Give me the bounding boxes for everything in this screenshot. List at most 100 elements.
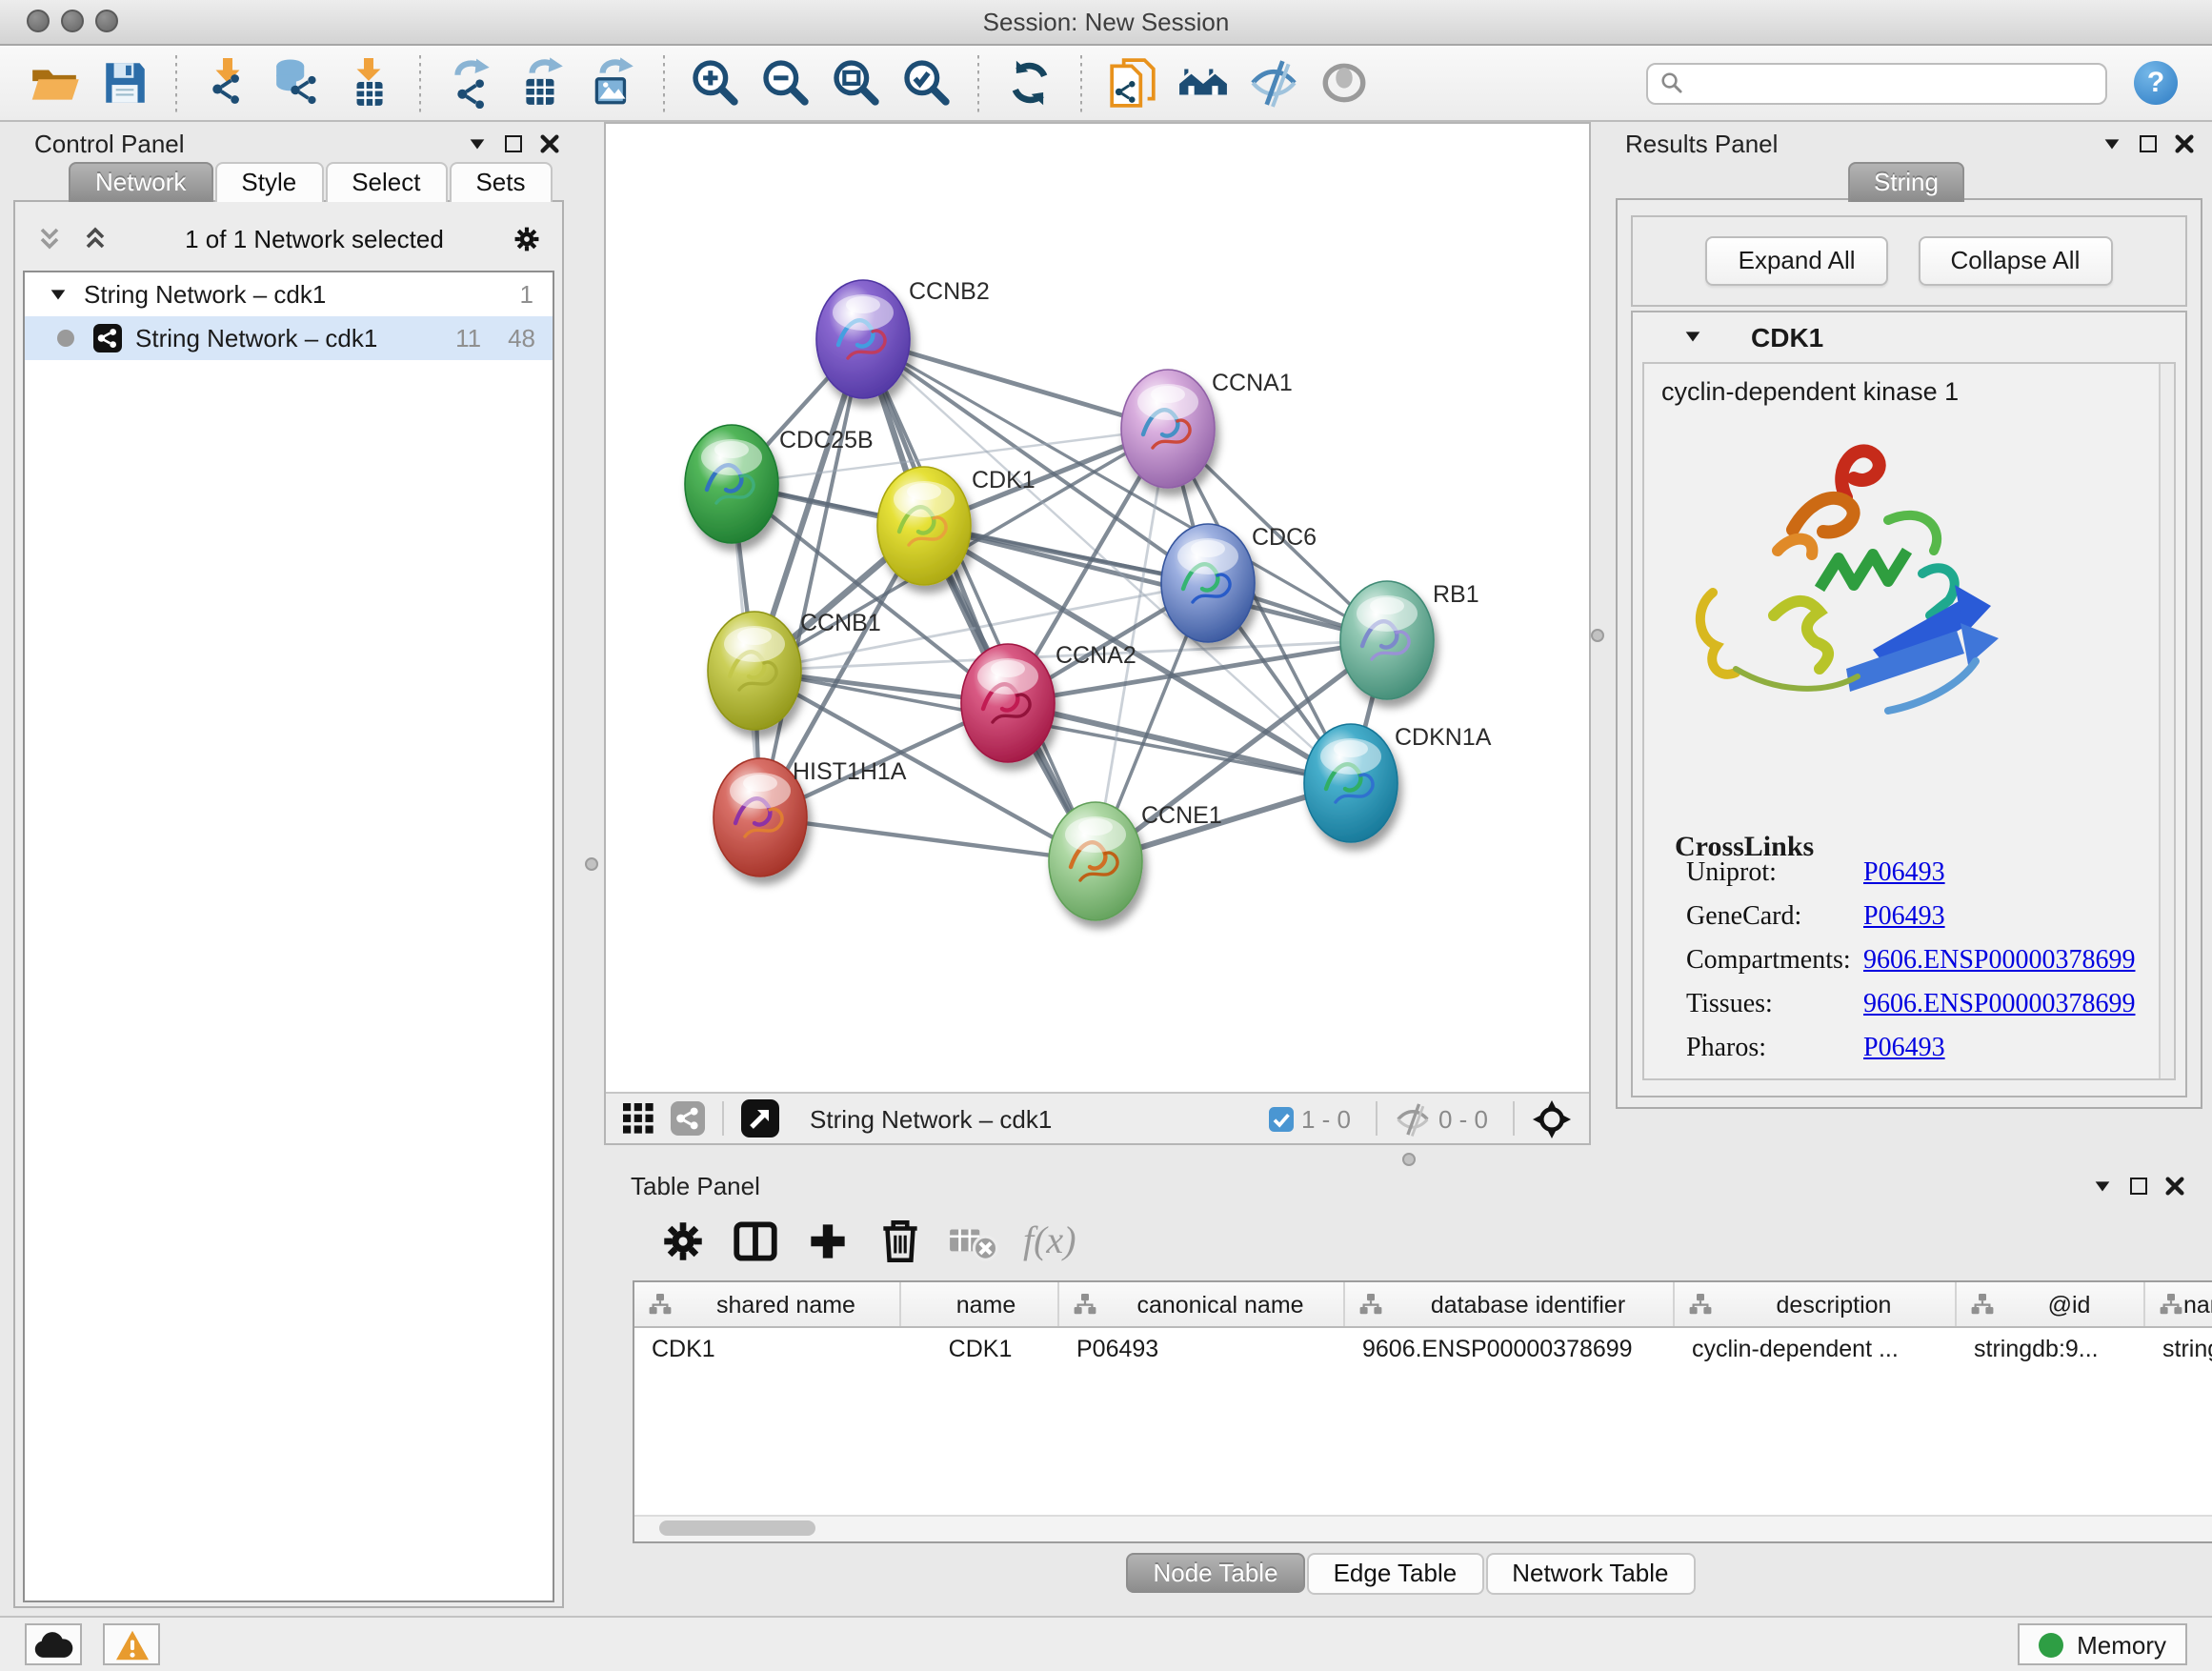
- collapse-panel-icon[interactable]: [467, 133, 488, 154]
- network-canvas[interactable]: CCNB2CCNA1CDC25BCDK1CDC6RB1CCNB1CCNA2CDK…: [606, 124, 1589, 1094]
- memory-button[interactable]: Memory: [2018, 1623, 2187, 1665]
- home-style-icon[interactable]: [1177, 57, 1229, 109]
- export-network-icon[interactable]: [446, 57, 497, 109]
- node-CCNA2[interactable]: [961, 644, 1055, 762]
- results-tab-string[interactable]: String: [1847, 162, 1965, 202]
- tree-expander-icon[interactable]: [48, 284, 69, 305]
- control-tab-network[interactable]: Network: [69, 162, 212, 202]
- node-label-CCNE1: CCNE1: [1141, 802, 1222, 829]
- column-header-canonical-name[interactable]: canonical name: [1059, 1282, 1345, 1326]
- table-tab-network-table[interactable]: Network Table: [1485, 1553, 1695, 1595]
- table-hscrollbar-thumb[interactable]: [659, 1520, 815, 1536]
- node-CCNA1[interactable]: [1121, 370, 1215, 488]
- open-session-icon[interactable]: [29, 57, 80, 109]
- columns-icon[interactable]: [730, 1216, 781, 1267]
- fx-icon: f(x): [1019, 1216, 1084, 1267]
- grid-view-icon[interactable]: [623, 1103, 654, 1134]
- column-header-namespace[interactable]: namespace: [2145, 1282, 2212, 1326]
- column-header-@id[interactable]: @id: [1957, 1282, 2145, 1326]
- node-CCNE1[interactable]: [1049, 802, 1142, 920]
- close-panel-icon[interactable]: [539, 133, 560, 154]
- import-database-icon[interactable]: [272, 57, 324, 109]
- zoom-out-icon[interactable]: [760, 57, 812, 109]
- node-RB1[interactable]: [1340, 581, 1434, 699]
- refresh-layout-icon[interactable]: [1004, 57, 1056, 109]
- node-CDK1[interactable]: [877, 467, 971, 585]
- hidden-eye-icon[interactable]: [1395, 1100, 1431, 1137]
- crosslink-value-link[interactable]: P06493: [1863, 859, 1945, 890]
- delete-icon[interactable]: [875, 1216, 926, 1267]
- table-tab-edge-table[interactable]: Edge Table: [1307, 1553, 1484, 1595]
- close-panel-icon[interactable]: [2164, 1176, 2185, 1197]
- table-header-row: shared namenamecanonical name database id…: [634, 1282, 2212, 1328]
- zoom-fit-icon[interactable]: [831, 57, 882, 109]
- collapse-all-button[interactable]: Collapse All: [1919, 236, 2113, 286]
- zoom-selected-icon[interactable]: [901, 57, 953, 109]
- node-section-header[interactable]: CDK1: [1633, 312, 2185, 360]
- column-header-database-identifier[interactable]: database identifier: [1345, 1282, 1675, 1326]
- help-button[interactable]: ?: [2134, 61, 2178, 105]
- control-tab-style[interactable]: Style: [214, 162, 323, 202]
- selected-checkbox-icon[interactable]: [1269, 1106, 1294, 1131]
- column-header-name[interactable]: name: [901, 1282, 1059, 1326]
- table-tab-node-table[interactable]: Node Table: [1126, 1553, 1304, 1593]
- section-expander-icon[interactable]: [1682, 326, 1703, 347]
- search-input[interactable]: [1692, 68, 2094, 98]
- search-box[interactable]: [1646, 62, 2107, 104]
- bottom-splitter-handle[interactable]: [1402, 1153, 1416, 1166]
- import-table-icon[interactable]: [343, 57, 394, 109]
- collapse-all-networks-icon[interactable]: [36, 225, 63, 252]
- node-CDKN1A[interactable]: [1304, 724, 1398, 842]
- share-document-icon[interactable]: [1107, 57, 1158, 109]
- zoom-in-icon[interactable]: [690, 57, 741, 109]
- crosslink-value-link[interactable]: P06493: [1863, 903, 1945, 934]
- import-network-icon[interactable]: [202, 57, 253, 109]
- fit-crosshair-icon[interactable]: [1532, 1098, 1572, 1138]
- cloud-button[interactable]: [25, 1623, 82, 1665]
- add-icon[interactable]: [802, 1216, 854, 1267]
- show-graphics-icon[interactable]: [1318, 57, 1370, 109]
- cell-canonical-name: P06493: [1059, 1336, 1345, 1362]
- control-tab-sets[interactable]: Sets: [449, 162, 552, 202]
- toolbar-separator: [175, 54, 177, 111]
- close-panel-icon[interactable]: [2174, 133, 2195, 154]
- column-header-description[interactable]: description: [1675, 1282, 1957, 1326]
- float-panel-icon[interactable]: [2140, 135, 2157, 152]
- hidden-count: 0 - 0: [1438, 1104, 1488, 1133]
- save-session-icon[interactable]: [99, 57, 151, 109]
- collapse-panel-icon[interactable]: [2101, 133, 2122, 154]
- left-splitter-handle[interactable]: [585, 857, 598, 871]
- birdseye-icon[interactable]: [741, 1099, 779, 1137]
- export-image-icon[interactable]: [587, 57, 638, 109]
- crosslink-value-link[interactable]: 9606.ENSP00000378699: [1863, 991, 2135, 1021]
- collapse-panel-icon[interactable]: [2092, 1176, 2113, 1197]
- float-panel-icon[interactable]: [2130, 1178, 2147, 1195]
- network-options-gear-icon[interactable]: [511, 222, 543, 254]
- node-CCNB2[interactable]: [816, 280, 910, 398]
- toolbar-separator: [419, 54, 421, 111]
- hide-graphics-icon[interactable]: [1248, 57, 1299, 109]
- crosslink-value-link[interactable]: 9606.ENSP00000378699: [1863, 947, 2135, 977]
- gear-icon[interactable]: [657, 1216, 709, 1267]
- table-row[interactable]: CDK1CDK1P064939606.ENSP00000378699cyclin…: [634, 1328, 2212, 1370]
- toolbar-separator: [977, 54, 979, 111]
- float-panel-icon[interactable]: [505, 135, 522, 152]
- expand-all-button[interactable]: Expand All: [1706, 236, 1888, 286]
- control-tab-select[interactable]: Select: [325, 162, 447, 202]
- column-header-shared-name[interactable]: shared name: [634, 1282, 901, 1326]
- network-tree-item[interactable]: String Network – cdk11: [25, 272, 553, 316]
- node-label-CCNA1: CCNA1: [1212, 370, 1293, 396]
- crosslink-value-link[interactable]: P06493: [1863, 1035, 1945, 1065]
- column-label: database identifier: [1383, 1291, 1673, 1318]
- node-CCNB1[interactable]: [708, 612, 801, 730]
- share-network-icon[interactable]: [671, 1101, 705, 1136]
- node-CDC6[interactable]: [1161, 524, 1255, 642]
- network-tree-item[interactable]: String Network – cdk11148: [25, 316, 553, 360]
- results-scrollbar[interactable]: [2159, 364, 2174, 1078]
- warnings-button[interactable]: [103, 1623, 160, 1665]
- network-collection-label: String Network – cdk1: [84, 280, 520, 309]
- column-label: shared name: [673, 1291, 899, 1318]
- expand-all-networks-icon[interactable]: [82, 225, 109, 252]
- node-CDC25B[interactable]: [685, 425, 778, 543]
- export-table-icon[interactable]: [516, 57, 568, 109]
